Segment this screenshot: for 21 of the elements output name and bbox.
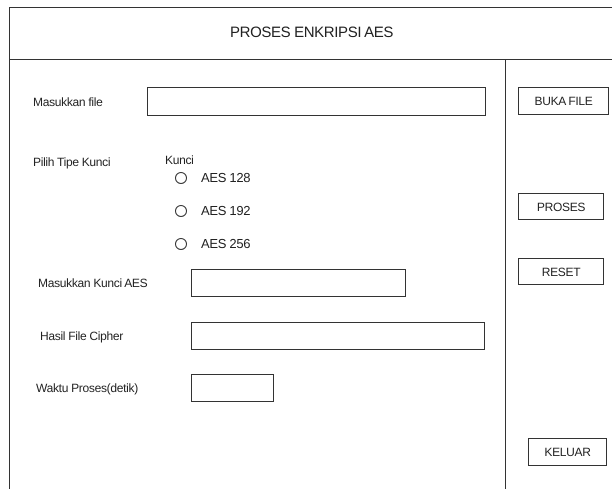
action-button[interactable]: BUKA FILE [518,87,609,115]
radio-button[interactable] [175,238,187,250]
file-label: Masukkan file [33,94,102,108]
action-button[interactable]: RESET [518,258,604,285]
action-button[interactable]: KELUAR [528,438,607,466]
input-field[interactable] [191,322,485,350]
file-field[interactable] [147,87,486,116]
radio-label: AES 128 [201,169,250,188]
action-button[interactable]: PROSES [518,193,604,220]
radio-label: AES 256 [201,235,250,254]
radio-button[interactable] [175,205,187,217]
input-field[interactable] [191,269,406,297]
key-group-label: Kunci [165,152,194,169]
input-field[interactable] [191,374,274,402]
field-label: Masukkan Kunci AES [38,276,148,290]
window-title: PROSES ENKRIPSI AES [230,23,393,44]
field-label: Hasil File Cipher [40,329,123,343]
radio-label: AES 192 [201,202,250,220]
radio-button[interactable] [175,172,187,184]
field-label: Waktu Proses(detik) [36,381,138,395]
key-type-label: Pilih Tipe Kunci [33,155,110,169]
